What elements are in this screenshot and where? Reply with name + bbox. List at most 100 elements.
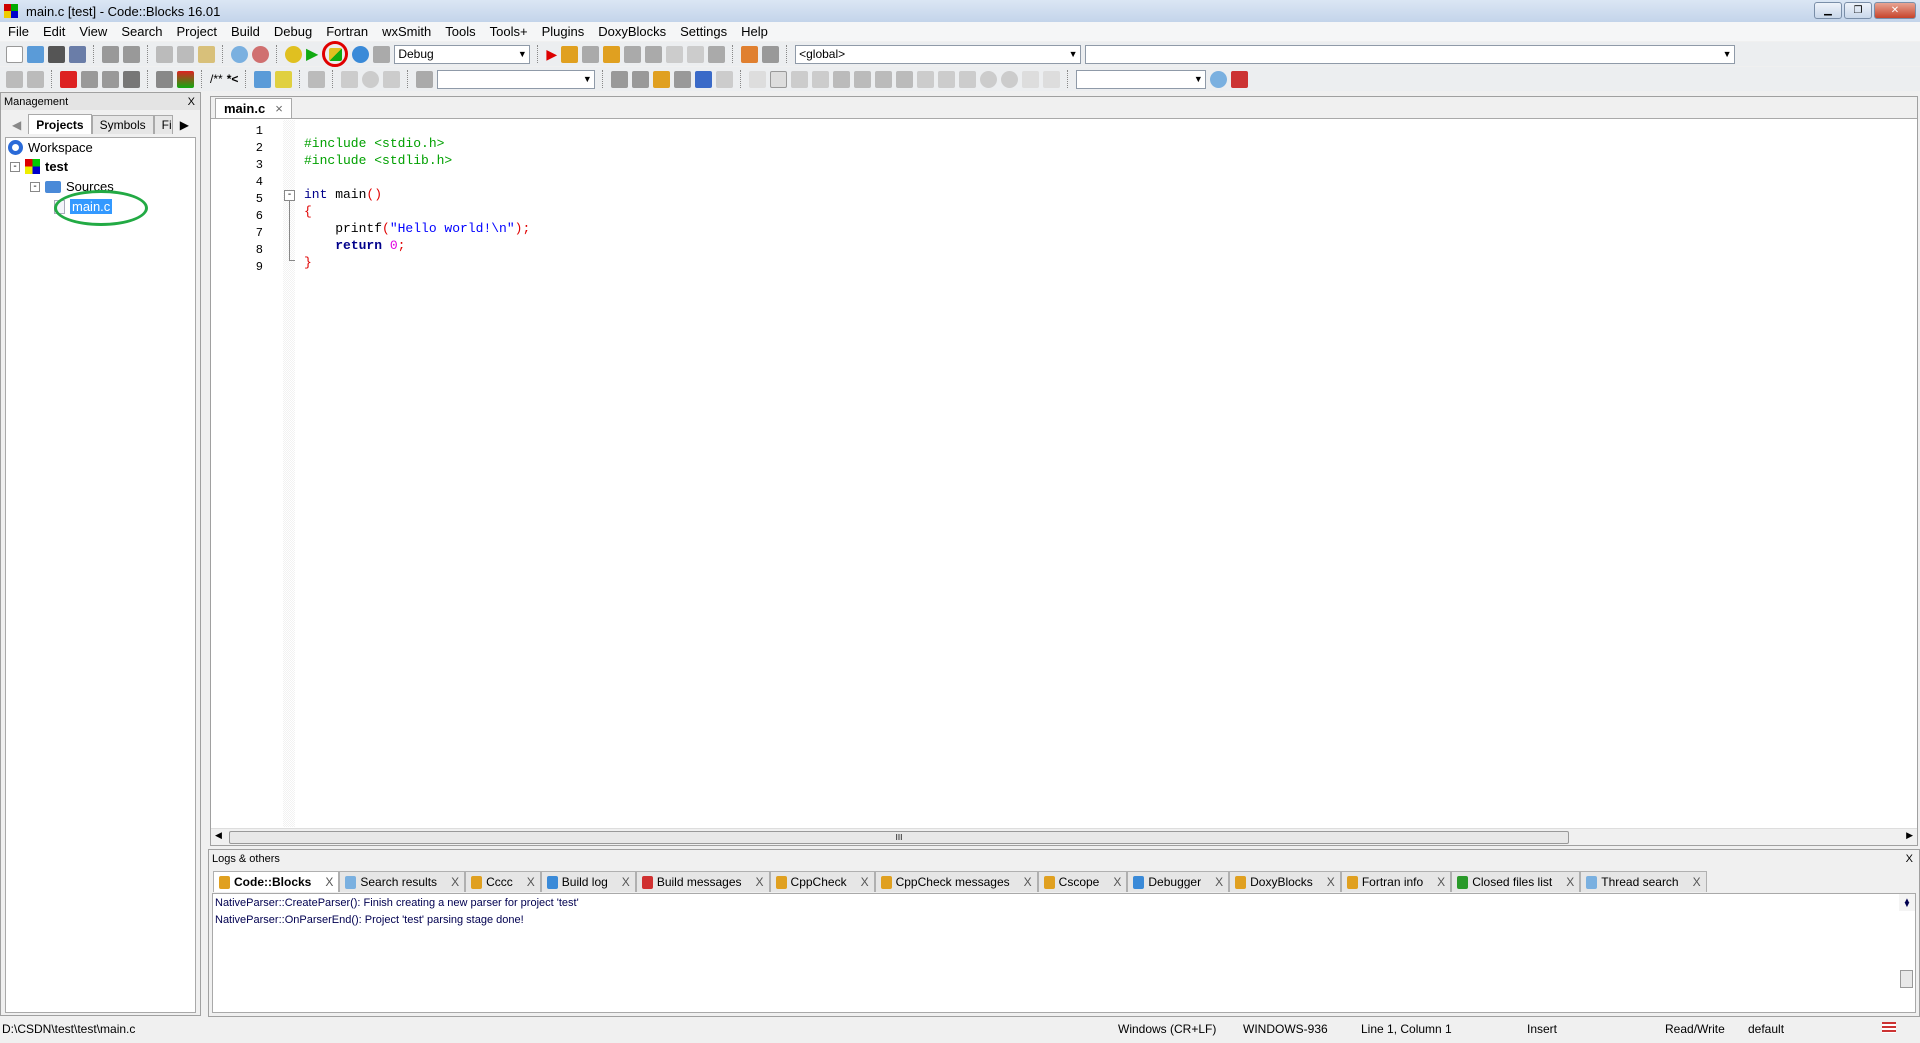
wx-frame-icon[interactable] — [770, 70, 788, 88]
menu-view[interactable]: View — [79, 24, 107, 39]
log-tab-cppcheck[interactable]: CppCheck X — [769, 871, 875, 892]
undo-icon[interactable] — [102, 45, 119, 63]
menu-build[interactable]: Build — [231, 24, 260, 39]
stop-debug-icon[interactable] — [708, 45, 726, 63]
jump-icon[interactable] — [362, 70, 380, 88]
wx-sizer4-icon[interactable] — [896, 70, 914, 88]
run-to-cursor-icon[interactable] — [561, 45, 579, 63]
wx-border2-icon[interactable] — [938, 70, 956, 88]
log-output[interactable]: NativeParser::CreateParser(): Finish cre… — [212, 893, 1916, 1013]
copy-icon[interactable] — [177, 45, 194, 63]
cut-icon[interactable] — [156, 45, 173, 63]
restore-button[interactable]: ❐ — [1844, 2, 1872, 19]
log-tab-cppcheck-messages[interactable]: CppCheck messages X — [874, 871, 1038, 892]
wx-dialog-icon[interactable] — [812, 70, 830, 88]
log-tab-doxyblocks[interactable]: DoxyBlocks X — [1229, 871, 1341, 892]
close-tab-icon[interactable]: X — [1113, 875, 1121, 889]
wx-border-icon[interactable] — [917, 70, 935, 88]
menu-search[interactable]: Search — [121, 24, 162, 39]
step-into-icon[interactable] — [603, 45, 621, 63]
log-tab-debugger[interactable]: Debugger X — [1127, 871, 1230, 892]
build-target-select[interactable]: Debug ▼ — [394, 44, 531, 64]
regex-icon[interactable] — [716, 70, 734, 88]
wx-sizer3-icon[interactable] — [875, 70, 893, 88]
wx-panel-icon[interactable] — [791, 70, 809, 88]
find-icon[interactable] — [231, 45, 248, 63]
options-icon[interactable] — [1231, 70, 1249, 88]
jump-next-icon[interactable] — [383, 70, 401, 88]
code-editor[interactable]: main.c × 1 2 3 4 5 6 7 8 9 - #include <stdio.h> #i… — [210, 96, 1918, 846]
debug-windows-icon[interactable] — [741, 45, 759, 63]
prev-result-icon[interactable] — [611, 70, 629, 88]
rebuild-icon[interactable] — [352, 45, 370, 63]
editor-tab-main-c[interactable]: main.c × — [215, 98, 292, 118]
menu-file[interactable]: File — [8, 24, 29, 39]
minimize-button[interactable]: ▁ — [1814, 2, 1842, 19]
collapse-icon[interactable]: - — [30, 181, 40, 192]
code-content[interactable]: #include <stdio.h> #include <stdlib.h> in… — [304, 120, 530, 288]
paste-icon[interactable] — [198, 45, 215, 63]
step-out-icon[interactable] — [624, 45, 642, 63]
incremental-search-input[interactable]: ▼ — [437, 69, 596, 89]
next-result-icon[interactable] — [632, 70, 650, 88]
build-and-run-button[interactable] — [322, 41, 349, 67]
info-icon[interactable] — [762, 45, 780, 63]
wx-sizer2-icon[interactable] — [854, 70, 872, 88]
build-icon[interactable] — [285, 45, 302, 63]
close-tab-icon[interactable]: X — [1327, 875, 1335, 889]
pause-icon[interactable] — [687, 45, 705, 63]
menu-doxyblocks[interactable]: DoxyBlocks — [598, 24, 666, 39]
extract-docs-icon[interactable] — [177, 70, 194, 88]
back-icon[interactable] — [6, 70, 23, 88]
run-icon[interactable]: ▶ — [306, 44, 318, 64]
thread-search-icon[interactable] — [1210, 70, 1228, 88]
menu-settings[interactable]: Settings — [680, 24, 727, 39]
close-window-button[interactable]: ✕ — [1874, 2, 1916, 19]
thread-search-input[interactable]: ▼ — [1076, 69, 1207, 89]
menu-edit[interactable]: Edit — [43, 24, 65, 39]
menu-project[interactable]: Project — [177, 24, 217, 39]
html-docs-icon[interactable] — [254, 70, 272, 88]
pointer-icon[interactable] — [749, 70, 767, 88]
horizontal-scrollbar[interactable]: ◀ III ▶ — [211, 828, 1917, 845]
line-comment-button[interactable]: *< — [227, 72, 239, 86]
c-icon[interactable] — [1043, 70, 1061, 88]
scrollbar-thumb[interactable]: III — [229, 831, 1569, 844]
tab-scroll-left[interactable]: ◀ — [5, 116, 28, 134]
tab-scroll-right[interactable]: ▶ — [173, 116, 196, 134]
wrench-icon[interactable] — [308, 70, 326, 88]
log-tab-build-log[interactable]: Build log X — [540, 871, 636, 892]
log-tab-closed-files-list[interactable]: Closed files list X — [1451, 871, 1581, 892]
log-tab-code-blocks[interactable]: Code::Blocks X — [213, 871, 340, 892]
close-tab-icon[interactable]: X — [861, 875, 869, 889]
bookmark-toggle-icon[interactable] — [60, 70, 77, 88]
close-panel-button[interactable]: X — [188, 96, 195, 108]
bookmark-clear-icon[interactable] — [123, 70, 140, 88]
selected-only-icon[interactable] — [674, 70, 692, 88]
save-icon[interactable] — [48, 45, 65, 63]
bookmark-prev-icon[interactable] — [81, 70, 98, 88]
tab-symbols[interactable]: Symbols — [91, 115, 154, 134]
close-tab-icon[interactable]: X — [325, 875, 333, 889]
log-tab-fortran-info[interactable]: Fortran info X — [1340, 871, 1452, 892]
jump-prev-icon[interactable] — [341, 70, 359, 88]
close-tab-icon[interactable]: X — [1693, 875, 1701, 889]
wx-border3-icon[interactable] — [959, 70, 977, 88]
fold-toggle-icon[interactable]: - — [284, 190, 295, 201]
tree-project[interactable]: - test — [10, 159, 68, 174]
menu-wxsmith[interactable]: wxSmith — [382, 24, 431, 39]
menu-tools[interactable]: Tools — [445, 24, 475, 39]
close-tab-icon[interactable]: X — [622, 875, 630, 889]
menu-debug[interactable]: Debug — [274, 24, 312, 39]
keyboard-language-icon[interactable] — [1882, 1022, 1896, 1033]
next-instruction-icon[interactable] — [645, 45, 663, 63]
wx-sizer-icon[interactable] — [833, 70, 851, 88]
save-all-icon[interactable] — [69, 45, 86, 63]
zoom-in-icon[interactable] — [980, 70, 998, 88]
log-tab-search-results[interactable]: Search results X — [339, 871, 466, 892]
clear-search-icon[interactable] — [416, 70, 434, 88]
scope-select[interactable]: <global> ▼ — [795, 44, 1082, 64]
abort-icon[interactable] — [373, 45, 391, 63]
close-tab-icon[interactable]: X — [1566, 875, 1574, 889]
close-tab-icon[interactable]: X — [451, 875, 459, 889]
